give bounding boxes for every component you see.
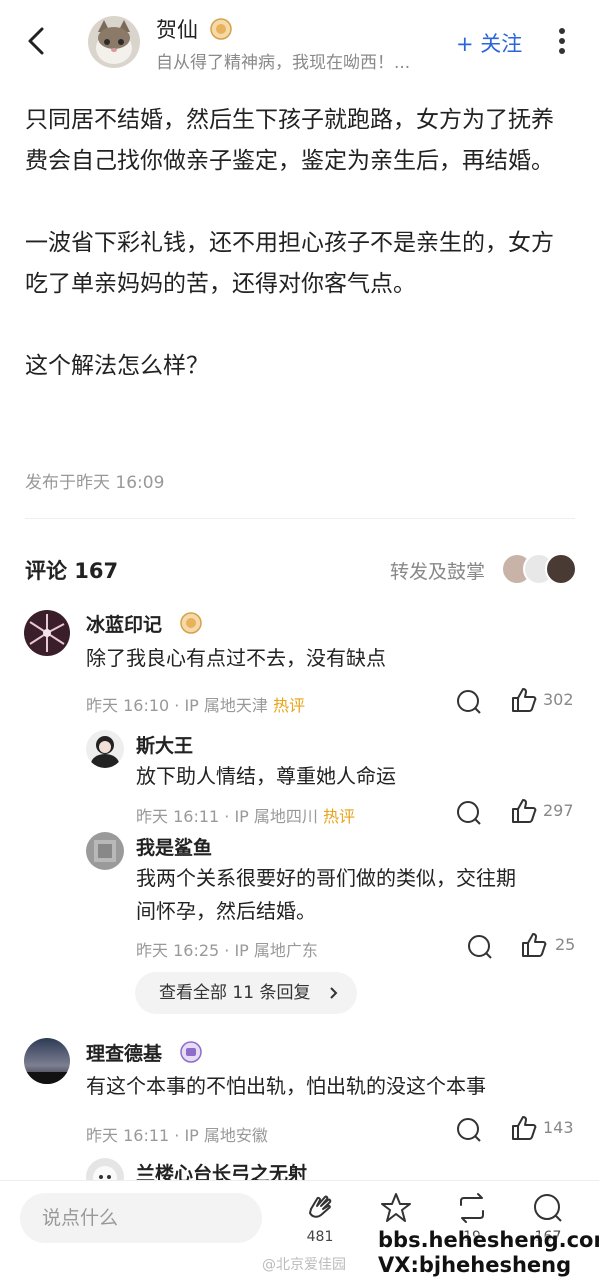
follow-button[interactable]: + 关注 <box>456 28 522 58</box>
gold-medal-icon <box>180 612 202 634</box>
thumbs-up-icon[interactable] <box>510 797 538 825</box>
comment-text: 我两个关系很要好的哥们做的类似，交往期 <box>136 866 516 890</box>
hot-comment-badge: 热评 <box>323 807 356 826</box>
author-name[interactable]: 贺仙 <box>156 14 198 44</box>
comment-text: 间怀孕，然后结婚。 <box>136 899 316 923</box>
comment-text: 有这个本事的不怕出轨，怕出轨的没这个本事 <box>86 1074 486 1098</box>
thumbs-up-icon[interactable] <box>510 1114 538 1142</box>
chevron-right-icon <box>330 987 338 999</box>
view-all-replies-label: 查看全部 11 条回复 <box>159 983 311 1003</box>
comment-text: 放下助人情结，尊重她人命运 <box>136 764 396 788</box>
like-count: 143 <box>543 1118 574 1137</box>
comment-bubble-icon[interactable] <box>455 799 483 827</box>
comment-text: 除了我良心有点过不去，没有缺点 <box>86 646 386 670</box>
clap-count: 481 <box>306 1229 334 1245</box>
more-vertical-icon[interactable] <box>555 26 569 56</box>
avatar[interactable] <box>86 730 124 768</box>
comment-bubble-icon[interactable] <box>466 933 494 961</box>
comment-time-location: 昨天 16:10 · IP 属地天津 <box>86 696 268 715</box>
author-bio: 自从得了精神病，我现在呦西！... <box>156 53 411 73</box>
post-body: 只同居不结婚，然后生下孩子就跑路，女方为了抚养费会自己找你做亲子鉴定，鉴定为亲生… <box>25 100 575 428</box>
comment-bubble-icon[interactable] <box>455 688 483 716</box>
hot-comment-badge: 热评 <box>273 696 306 715</box>
repost-icon[interactable] <box>455 1191 489 1225</box>
commenter-name[interactable]: 冰蓝印记 <box>86 610 162 637</box>
thumbs-up-icon[interactable] <box>520 931 548 959</box>
contact-watermark: VX:bjhehesheng <box>378 1253 572 1277</box>
like-count: 297 <box>543 801 574 820</box>
commenter-name[interactable]: 理查德基 <box>86 1039 162 1066</box>
comment-meta: 昨天 16:10 · IP 属地天津 热评 <box>86 692 305 716</box>
comment-bubble-icon[interactable] <box>455 1116 483 1144</box>
comment-icon[interactable] <box>531 1191 565 1225</box>
avatar[interactable] <box>86 832 124 870</box>
site-watermark: bbs.hehesheng.com <box>378 1228 599 1252</box>
like-count: 302 <box>543 690 574 709</box>
divider <box>25 518 575 519</box>
back-chevron-icon[interactable] <box>22 26 52 56</box>
commenter-name[interactable]: 我是鲨鱼 <box>136 833 212 860</box>
comment-time-location: 昨天 16:11 · IP 属地安徽 <box>86 1126 268 1145</box>
clap-icon[interactable] <box>303 1191 337 1225</box>
post-timestamp: 发布于昨天 16:09 <box>25 473 165 493</box>
star-icon[interactable] <box>379 1191 413 1225</box>
comment-time-location: 昨天 16:25 · IP 属地广东 <box>136 941 318 960</box>
author-avatar[interactable] <box>88 16 140 68</box>
comments-count-title: 评论 167 <box>25 559 119 583</box>
purple-badge-icon <box>180 1041 202 1063</box>
post-paragraph: 一波省下彩礼钱，还不用担心孩子不是亲生的，女方吃了单亲妈妈的苦，还得对你客气点。 <box>25 230 554 297</box>
comment-time-location: 昨天 16:11 · IP 属地四川 <box>136 807 318 826</box>
like-count: 25 <box>555 935 576 954</box>
top-bar: 贺仙 自从得了精神病，我现在呦西！... + 关注 <box>0 0 599 84</box>
weibo-watermark: @北京爱佳园 <box>262 1257 346 1273</box>
post-paragraph: 这个解法怎么样？ <box>25 353 209 379</box>
avatar[interactable] <box>24 1038 70 1084</box>
cheer-user-avatar[interactable] <box>545 553 577 585</box>
view-all-replies-button[interactable]: 查看全部 11 条回复 <box>135 972 357 1014</box>
share-and-cheer-link[interactable]: 转发及鼓掌 <box>390 557 485 584</box>
commenter-name[interactable]: 斯大王 <box>136 731 193 758</box>
thumbs-up-icon[interactable] <box>510 686 538 714</box>
comment-meta: 昨天 16:11 · IP 属地四川 热评 <box>136 803 355 827</box>
avatar[interactable] <box>24 610 70 656</box>
gold-medal-icon <box>210 18 232 40</box>
post-paragraph: 只同居不结婚，然后生下孩子就跑路，女方为了抚养费会自己找你做亲子鉴定，鉴定为亲生… <box>25 107 554 174</box>
comment-input[interactable]: 说点什么 <box>20 1193 262 1243</box>
